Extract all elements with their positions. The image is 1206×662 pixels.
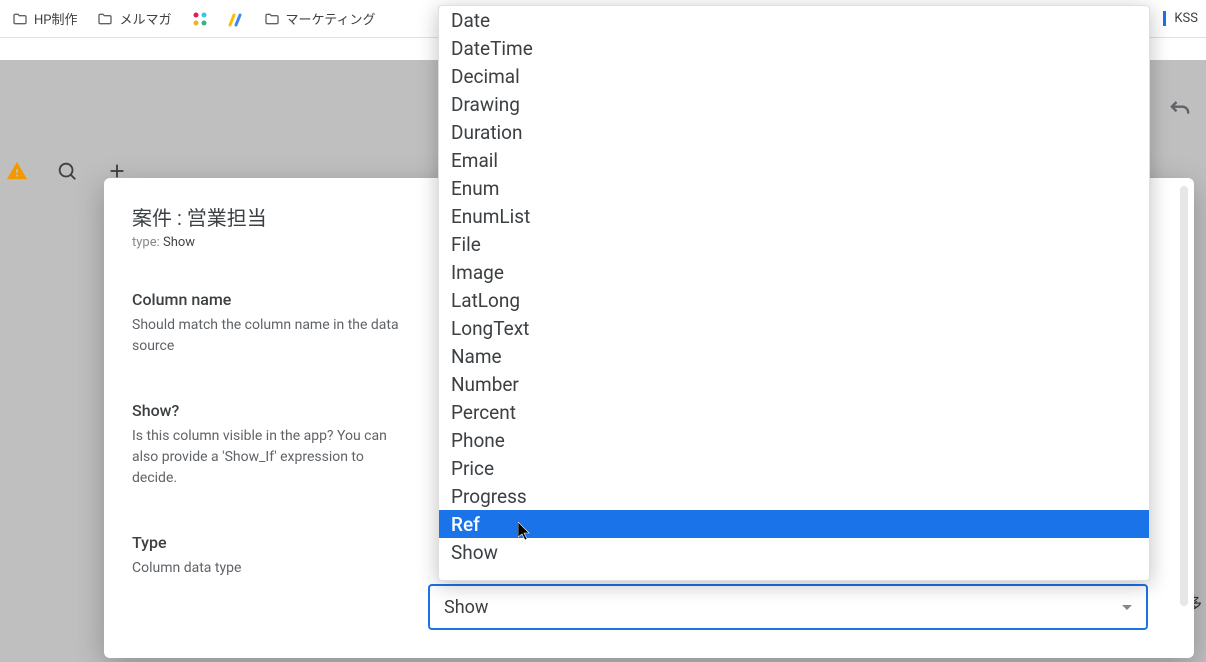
adsense-icon — [228, 11, 244, 27]
search-icon[interactable] — [56, 160, 78, 182]
folder-icon — [264, 11, 280, 27]
mouse-cursor — [518, 522, 532, 542]
dropdown-option[interactable]: Show — [439, 538, 1149, 566]
dropdown-option[interactable]: Duration — [439, 118, 1149, 146]
bookmark-kss-label: KSS — [1174, 11, 1198, 26]
bookmark-hp-label: HP制作 — [34, 9, 77, 28]
type-select-value: Show — [444, 597, 488, 618]
dropdown-option[interactable]: Number — [439, 370, 1149, 398]
bookmark-hp[interactable]: HP制作 — [8, 7, 81, 30]
bookmark-marketing[interactable]: マーケティング — [260, 7, 380, 30]
type-select[interactable]: Show — [428, 584, 1148, 630]
dropdown-option[interactable]: Decimal — [439, 62, 1149, 90]
bookmark-mailmag-label: メルマガ — [119, 9, 171, 28]
dropdown-option[interactable]: EnumList — [439, 202, 1149, 230]
folder-icon — [97, 11, 113, 27]
dialog-scrollbar[interactable] — [1180, 186, 1188, 606]
dropdown-option[interactable]: LongText — [439, 314, 1149, 342]
bookmark-kss[interactable]: KSS — [1163, 11, 1198, 26]
dropdown-option[interactable]: DateTime — [439, 34, 1149, 62]
dropdown-option[interactable]: Date — [439, 6, 1149, 34]
field-show-desc: Is this column visible in the app? You c… — [132, 426, 402, 489]
dropdown-option[interactable]: Ref — [439, 510, 1149, 538]
chevron-down-icon — [1122, 605, 1132, 610]
dropdown-option[interactable]: Enum — [439, 174, 1149, 202]
undo-button[interactable] — [1166, 95, 1194, 123]
dropdown-option[interactable]: LatLong — [439, 286, 1149, 314]
bookmark-mailmag[interactable]: メルマガ — [93, 7, 175, 30]
warning-icon[interactable] — [6, 160, 28, 182]
field-colname-desc: Should match the column name in the data… — [132, 315, 402, 357]
dropdown-option[interactable]: Drawing — [439, 90, 1149, 118]
type-prefix: type: — [132, 235, 160, 250]
dropdown-option[interactable]: Email — [439, 146, 1149, 174]
field-type-desc: Column data type — [132, 558, 402, 579]
dropdown-option[interactable]: Phone — [439, 426, 1149, 454]
dropdown-option[interactable]: Name — [439, 342, 1149, 370]
type-value: Show — [163, 235, 195, 250]
dropdown-option[interactable]: Image — [439, 258, 1149, 286]
dropdown-option[interactable]: Progress — [439, 482, 1149, 510]
bookmark-slack[interactable] — [188, 9, 212, 29]
dropdown-option[interactable]: File — [439, 230, 1149, 258]
type-dropdown-list: DateDateTimeDecimalDrawingDurationEmailE… — [438, 5, 1150, 581]
bookmark-marketing-label: マーケティング — [286, 9, 376, 28]
dropdown-option[interactable]: Price — [439, 454, 1149, 482]
dropdown-option[interactable]: Percent — [439, 398, 1149, 426]
bookmark-adsense[interactable] — [224, 9, 248, 29]
slack-icon — [192, 11, 208, 27]
folder-icon — [12, 11, 28, 27]
